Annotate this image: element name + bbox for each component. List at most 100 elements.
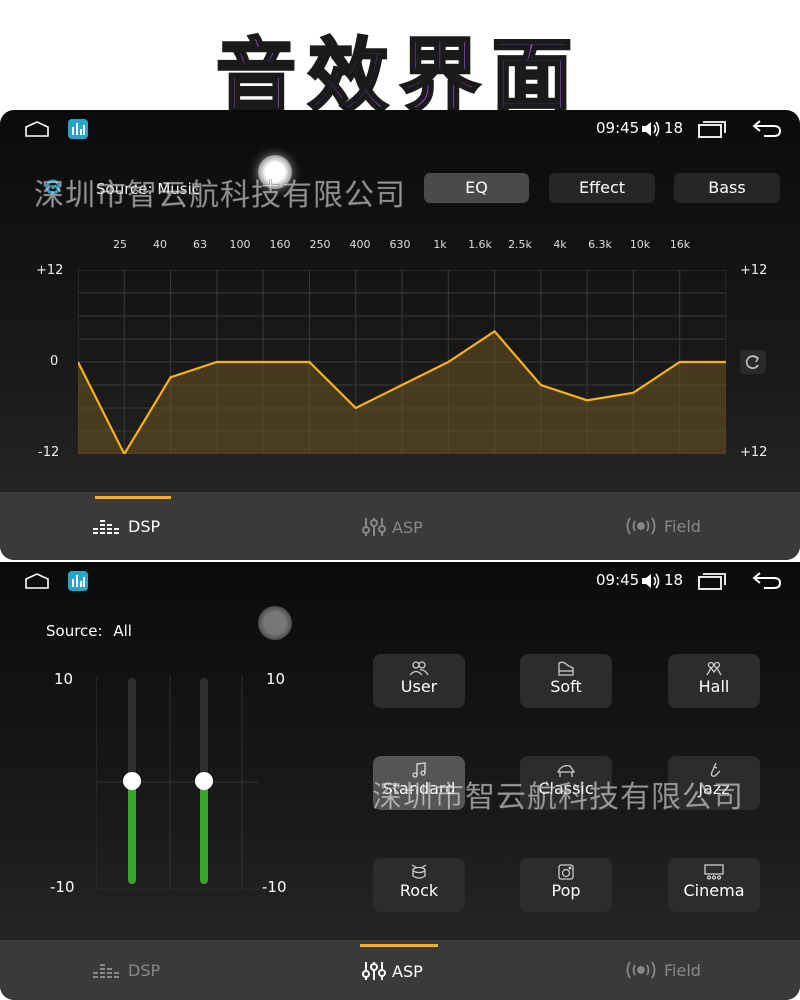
status-bar: 09:45 18 — [0, 110, 800, 148]
piano-icon — [558, 661, 574, 676]
reset-eq-button[interactable] — [740, 350, 766, 374]
slider-thumb[interactable] — [195, 772, 213, 790]
sliders-icon — [362, 518, 386, 536]
scale-top-left: 10 — [54, 670, 74, 688]
preset-label: Soft — [550, 677, 582, 696]
tab-field[interactable]: Field — [624, 960, 701, 980]
preset-label: User — [400, 677, 438, 696]
slider-fill — [128, 781, 136, 884]
watermark: 深圳市智云航科技有限公司 — [372, 780, 744, 816]
freq-label: 10k — [629, 238, 651, 251]
tab-dsp-label: DSP — [128, 516, 161, 536]
clock: 09:45 — [596, 571, 640, 589]
tab-dsp-label: DSP — [128, 960, 161, 980]
preset-label: Rock — [399, 881, 439, 900]
tab-field[interactable]: Field — [624, 516, 701, 536]
active-tab-indicator — [95, 496, 171, 499]
asp-slider-panel — [96, 676, 258, 890]
eq-curve-chart[interactable] — [78, 270, 726, 454]
tab-asp-label: ASP — [392, 961, 423, 981]
preset-label: Hall — [698, 677, 730, 696]
speaker-icon — [558, 864, 574, 880]
effect-button[interactable]: Effect — [549, 173, 655, 203]
y-axis-max-left: +12 — [36, 263, 64, 278]
preset-user[interactable]: User — [373, 654, 465, 708]
source-value: All — [113, 622, 132, 640]
volume-icon[interactable] — [640, 572, 660, 590]
preset-soft[interactable]: Soft — [520, 654, 612, 708]
scale-top-right: 10 — [266, 670, 286, 688]
freq-label: 160 — [269, 238, 291, 251]
freq-label: 2.5k — [508, 238, 532, 251]
reset-icon — [745, 355, 760, 370]
watermark: 深圳市智云航科技有限公司 — [34, 178, 406, 214]
freq-label: 1.6k — [468, 238, 492, 251]
tab-field-label: Field — [664, 516, 701, 536]
eq-screen: 09:45 18 Source: Music EQ Effect Bass 25… — [0, 110, 800, 560]
drum-icon — [411, 864, 427, 879]
y-axis-min-right: +12 — [740, 445, 768, 460]
users-icon — [409, 661, 429, 676]
source-row: Source: All — [46, 622, 132, 640]
source-label: Source: — [46, 622, 103, 640]
page-banner: 音效界面 — [0, 0, 800, 125]
bottom-tab-bar: DSP ASP Field — [0, 492, 800, 560]
freq-label: 25 — [113, 238, 127, 251]
cinema-icon — [704, 864, 724, 880]
y-axis-max-right: +12 — [740, 263, 768, 278]
asp-screen: 09:45 18 Source: All 10 -10 10 -10 User … — [0, 562, 800, 1000]
status-bar: 09:45 18 — [0, 562, 800, 600]
preset-label: Cinema — [683, 881, 745, 900]
freq-label: 630 — [389, 238, 411, 251]
volume-icon[interactable] — [640, 120, 660, 138]
slider-fill — [200, 781, 208, 884]
slider-thumb[interactable] — [123, 772, 141, 790]
volume-knob[interactable] — [258, 606, 292, 640]
tab-asp[interactable]: ASP — [362, 516, 423, 538]
freq-label: 63 — [193, 238, 207, 251]
preset-cinema[interactable]: Cinema — [668, 858, 760, 912]
home-icon[interactable] — [24, 121, 50, 137]
y-axis-zero-left: 0 — [50, 354, 59, 369]
tab-field-label: Field — [664, 960, 701, 980]
recent-apps-icon[interactable] — [698, 120, 726, 138]
hall-icon — [706, 661, 722, 676]
tab-asp-label: ASP — [392, 517, 423, 537]
home-icon[interactable] — [24, 573, 50, 589]
freq-label: 16k — [669, 238, 691, 251]
eq-button[interactable]: EQ — [424, 173, 529, 203]
equalizer-icon — [93, 964, 119, 978]
preset-pop[interactable]: Pop — [520, 858, 612, 912]
tab-dsp[interactable]: DSP — [92, 960, 160, 980]
freq-label: 100 — [229, 238, 251, 251]
volume-level: 18 — [664, 571, 684, 589]
audio-app-icon[interactable] — [68, 571, 88, 591]
scale-bottom-right: -10 — [262, 878, 287, 896]
freq-label: 1k — [433, 238, 447, 251]
freq-label: 40 — [153, 238, 167, 251]
scale-bottom-left: -10 — [50, 878, 75, 896]
tab-asp[interactable]: ASP — [362, 960, 423, 982]
surround-icon — [626, 961, 656, 979]
clock: 09:45 — [596, 119, 640, 137]
freq-label: 6.3k — [588, 238, 612, 251]
back-icon[interactable] — [752, 570, 782, 590]
active-tab-indicator — [360, 944, 438, 947]
equalizer-icon — [93, 520, 119, 534]
y-axis-min-left: -12 — [38, 445, 60, 460]
freq-label: 400 — [349, 238, 371, 251]
freq-label: 4k — [553, 238, 567, 251]
recent-apps-icon[interactable] — [698, 572, 726, 590]
preset-hall[interactable]: Hall — [668, 654, 760, 708]
surround-icon — [626, 517, 656, 535]
preset-label: Pop — [551, 881, 581, 900]
preset-rock[interactable]: Rock — [373, 858, 465, 912]
volume-level: 18 — [664, 119, 684, 137]
bass-button[interactable]: Bass — [674, 173, 780, 203]
audio-app-icon[interactable] — [68, 119, 88, 139]
tab-dsp[interactable]: DSP — [92, 516, 160, 536]
bottom-tab-bar: DSP ASP Field — [0, 940, 800, 1000]
freq-label: 250 — [309, 238, 331, 251]
sliders-icon — [362, 962, 386, 980]
back-icon[interactable] — [752, 118, 782, 138]
